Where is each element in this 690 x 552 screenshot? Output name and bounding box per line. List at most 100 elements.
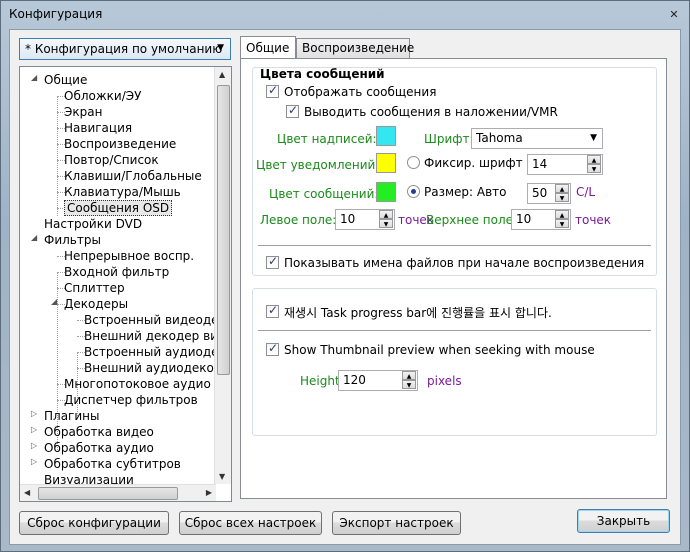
tree-item-label: Внешний аудиодекоде (84, 361, 230, 375)
font-select-value: Tahoma (476, 131, 523, 145)
osd-colors-title: Цвета сообщений (260, 67, 385, 81)
show-filenames-checkbox[interactable] (266, 254, 279, 269)
scroll-right-icon[interactable]: ▶ (206, 488, 212, 497)
tab-general[interactable]: Общие (240, 36, 296, 58)
tree-item-label: Встроенный аудиодек (84, 345, 226, 359)
reset-config-button[interactable]: Сброс конфигурации (19, 511, 169, 535)
tree-vertical-scrollbar[interactable]: ▲ ▼ (214, 67, 231, 484)
notify-color-label: Цвет уведомлений: (256, 158, 380, 172)
tree-item-label: Общие (44, 73, 88, 87)
progress-separator (258, 330, 651, 331)
chevron-down-icon: ▼ (590, 133, 597, 143)
config-window: Конфигурация ✕ * Конфигурация по умолчан… (0, 0, 690, 552)
auto-size-stepper[interactable]: 50 ▲ ▼ (527, 183, 571, 204)
scroll-up-icon[interactable]: ▲ (219, 70, 225, 79)
tree-item-label: Многопотоковое аудио (64, 377, 211, 391)
close-button[interactable]: Закрыть (577, 509, 670, 533)
tree-item[interactable]: Декодеры (64, 296, 128, 312)
tree-item[interactable]: Сообщения OSD (64, 200, 173, 216)
tree-item[interactable]: Обработка видео (44, 424, 154, 440)
tree-item[interactable]: Фильтры (44, 232, 101, 248)
fixed-font-radio[interactable] (407, 156, 420, 169)
tree-collapsed-icon[interactable]: ▷ (31, 457, 41, 466)
title-bar[interactable]: Конфигурация ✕ (1, 1, 689, 29)
font-select[interactable]: Tahoma ▼ (471, 128, 603, 149)
auto-size-radio[interactable] (407, 185, 420, 198)
task-progress-label: 재생시 Task progress bar에 진행률을 표시 합니다. (284, 306, 552, 320)
tree-item[interactable]: Обработка аудио (44, 440, 154, 456)
settings-tree[interactable]: ◢ Общие Обложки/ЭУ Экран Навигация Воспроизве… (19, 66, 232, 502)
tree-item[interactable]: Воспроизведение (64, 136, 176, 152)
font-label: Шрифт: (424, 132, 474, 146)
tree-item-label: Фильтры (44, 233, 101, 247)
tree-item-label: Внешний декодер виде (84, 329, 232, 343)
tree-item[interactable]: Многопотоковое аудио (64, 376, 211, 392)
tree-item[interactable]: Диспетчер фильтров (64, 392, 198, 408)
tree-item-label: Обработка аудио (44, 441, 154, 455)
tree-item[interactable]: Клавиатура/Мышь (64, 184, 181, 200)
config-preset-select[interactable]: * Конфигурация по умолчанию ▼ (19, 38, 231, 60)
size-unit-label: C/L (576, 185, 596, 199)
left-margin-stepper[interactable]: 10 ▲ ▼ (335, 209, 395, 230)
thumbnail-preview-checkbox[interactable] (266, 341, 279, 356)
top-margin-stepper[interactable]: 10 ▲ ▼ (511, 209, 571, 230)
message-color-swatch[interactable] (376, 182, 396, 202)
tree-item-label: Повтор/Список (64, 153, 159, 167)
reset-all-button[interactable]: Сброс всех настроек (179, 511, 322, 535)
tree-item[interactable]: Обработка субтитров (44, 456, 181, 472)
tree-collapsed-icon[interactable]: ▷ (31, 425, 41, 434)
notify-color-swatch[interactable] (376, 153, 396, 173)
thumbnail-height-stepper[interactable]: 120 ▲ ▼ (338, 370, 418, 391)
tree-item-label: Экран (64, 105, 103, 119)
scroll-down-icon[interactable]: ▼ (219, 472, 225, 481)
tree-item[interactable]: Встроенный видеодек (84, 312, 226, 328)
tab-playback[interactable]: Воспроизведение (296, 38, 414, 58)
tree-item[interactable]: Встроенный аудиодек (84, 344, 226, 360)
fixed-font-label: Фиксир. шрифт (424, 156, 523, 170)
tree-expanded-icon[interactable]: ◢ (51, 297, 61, 306)
tree-item-label: Непрерывное воспр. (64, 249, 195, 263)
tree-item[interactable]: Непрерывное воспр. (64, 248, 194, 264)
task-progress-checkbox[interactable] (266, 303, 279, 318)
tree-item[interactable]: Клавиши/Глобальные (64, 168, 202, 184)
tree-collapsed-icon[interactable]: ▷ (31, 409, 41, 418)
close-icon[interactable]: ✕ (667, 8, 681, 22)
fixed-font-size-value: 14 (532, 157, 548, 171)
tree-item[interactable]: Сплиттер (64, 280, 125, 296)
spin-icon[interactable]: ▲ ▼ (587, 155, 601, 174)
tree-item-label: Навигация (64, 121, 133, 135)
tree-item[interactable]: Внешний декодер виде (84, 328, 232, 344)
tree-item-label: Плагины (44, 409, 100, 423)
tree-item-label: Обложки/ЭУ (64, 89, 142, 103)
spin-icon[interactable]: ▲ ▼ (555, 210, 569, 229)
tree-item[interactable]: Плагины (44, 408, 99, 424)
tree-expanded-icon[interactable]: ◢ (31, 73, 41, 82)
auto-size-label: Размер: Авто (424, 185, 507, 199)
fixed-font-size-stepper[interactable]: 14 ▲ ▼ (527, 154, 603, 175)
export-settings-button[interactable]: Экспорт настроек (332, 511, 461, 535)
spin-icon[interactable]: ▲ ▼ (555, 184, 569, 203)
caption-color-swatch[interactable] (376, 126, 396, 146)
tree-item[interactable]: Навигация (64, 120, 132, 136)
tree-horizontal-scrollbar[interactable]: ◀ ▶ (20, 484, 216, 501)
overlay-vmr-checkbox[interactable] (286, 103, 299, 118)
tree-horizontal-scroll-thumb[interactable] (38, 487, 178, 500)
tree-expanded-icon[interactable]: ◢ (31, 233, 41, 242)
tree-item[interactable]: Обложки/ЭУ (64, 88, 141, 104)
tree-item[interactable]: Экран (64, 104, 102, 120)
tree-item[interactable]: Повтор/Список (64, 152, 159, 168)
tree-item[interactable]: Настройки DVD (44, 216, 142, 232)
tree-item-label: Диспетчер фильтров (64, 393, 198, 407)
spin-icon[interactable]: ▲ ▼ (402, 371, 416, 390)
tree-item[interactable]: Входной фильтр (64, 264, 169, 280)
scroll-left-icon[interactable]: ◀ (24, 488, 30, 497)
tree-item-label: Воспроизведение (64, 137, 177, 151)
spin-icon[interactable]: ▲ ▼ (379, 210, 393, 229)
osd-separator (258, 245, 651, 246)
thumbnail-preview-label: Show Thumbnail preview when seeking with… (284, 343, 595, 357)
tree-item[interactable]: Общие (44, 72, 87, 88)
tree-collapsed-icon[interactable]: ▷ (31, 441, 41, 450)
tree-vertical-scroll-thumb[interactable] (217, 85, 230, 375)
show-messages-checkbox[interactable] (266, 83, 279, 98)
tree-item[interactable]: Внешний аудиодекоде (84, 360, 230, 376)
